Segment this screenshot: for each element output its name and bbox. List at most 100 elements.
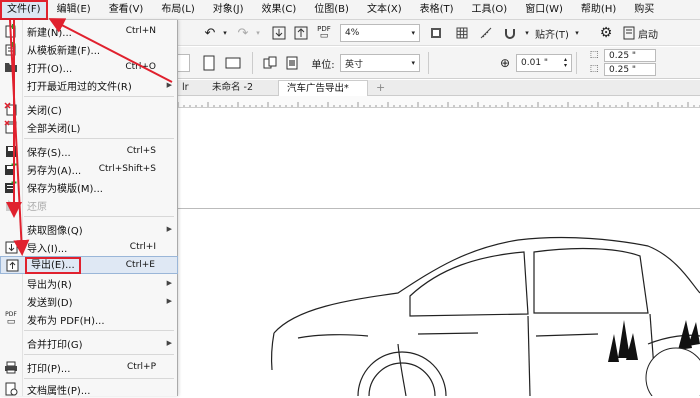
grid-icon[interactable]: [452, 24, 472, 42]
close-all-icon: [4, 120, 18, 134]
menu-item-new-from-template[interactable]: 从模板新建(F)...: [0, 40, 178, 58]
document-tabs: lr 未命名 -2 汽车广告导出* +: [178, 80, 700, 96]
duplicate-y-icon: ⬚: [589, 64, 599, 74]
save-template-icon: [4, 180, 18, 194]
gear-icon[interactable]: ⚙: [596, 24, 616, 42]
drawing-canvas[interactable]: [178, 108, 700, 396]
menu-buy[interactable]: 购买: [625, 0, 663, 20]
submenu-arrow-icon: ▶: [166, 225, 172, 233]
tab-untitled-2[interactable]: 未命名 -2: [204, 80, 261, 96]
chevron-down-icon: ▾: [411, 59, 415, 67]
menu-item-open-recent[interactable]: 打开最近用过的文件(R) ▶: [0, 76, 178, 94]
menu-help[interactable]: 帮助(H): [572, 0, 625, 20]
menu-item-document-properties[interactable]: 文档属性(P)...: [0, 380, 178, 398]
export-icon: [5, 258, 19, 272]
menu-separator: [24, 216, 174, 217]
nudge-distance-input[interactable]: 0.01 " ▴ ▾: [516, 54, 572, 72]
menu-table[interactable]: 表格(T): [411, 0, 463, 20]
current-page-icon[interactable]: [282, 54, 302, 72]
menu-item-export-for[interactable]: 导出为(R) ▶: [0, 274, 178, 292]
menu-separator: [24, 378, 174, 379]
menu-item-close-all[interactable]: 全部关闭(L): [0, 118, 178, 136]
publish-pdf-icon[interactable]: PDF ▭: [314, 24, 334, 42]
menu-bar: 文件(F) 编辑(E) 查看(V) 布局(L) 对象(J) 效果(C) 位图(B…: [0, 0, 700, 20]
doc-props-icon: [4, 382, 18, 396]
standard-toolbar: ↶ ▾ ↷ ▾ PDF ▭ 4% ▾ ▾ 贴齐(T) ▾ ⚙ 启动: [178, 20, 700, 46]
menu-separator: [24, 96, 174, 97]
menu-item-close[interactable]: 关闭(C): [0, 100, 178, 118]
menu-file[interactable]: 文件(F): [0, 0, 48, 20]
redo-icon[interactable]: ↷: [233, 24, 253, 42]
menu-item-send-to[interactable]: 发送到(D) ▶: [0, 292, 178, 310]
launch-icon[interactable]: [620, 24, 638, 42]
duplicate-y-input[interactable]: 0.25 ": [604, 63, 656, 76]
menu-item-print[interactable]: 打印(P)... Ctrl+P: [0, 358, 178, 376]
folder-icon: [4, 60, 18, 74]
zoom-level-select[interactable]: 4% ▾: [340, 24, 420, 42]
car-drawing[interactable]: [178, 108, 700, 396]
nudge-icon: ⊕: [499, 56, 511, 70]
import-icon: [4, 240, 18, 254]
landscape-icon[interactable]: [222, 54, 244, 72]
redo-dropdown-icon[interactable]: ▾: [253, 24, 263, 42]
new-doc-icon: [4, 24, 18, 38]
menu-text[interactable]: 文本(X): [358, 0, 411, 20]
magnet-icon[interactable]: [500, 24, 520, 42]
horizontal-ruler[interactable]: [178, 96, 700, 108]
menu-bitmaps[interactable]: 位图(B): [305, 0, 358, 20]
save-icon: [4, 144, 18, 158]
undo-icon[interactable]: ↶: [200, 24, 220, 42]
full-screen-icon[interactable]: [426, 24, 446, 42]
menu-item-save-as-template[interactable]: 保存为模版(M)...: [0, 178, 178, 196]
menu-item-merge-print[interactable]: 合并打印(G) ▶: [0, 334, 178, 352]
portrait-icon[interactable]: [200, 54, 218, 72]
menu-item-save[interactable]: 保存(S)... Ctrl+S: [0, 142, 178, 160]
snap-to-dropdown-icon[interactable]: ▾: [572, 24, 582, 42]
menu-edit[interactable]: 编辑(E): [48, 0, 100, 20]
submenu-arrow-icon: ▶: [166, 279, 172, 287]
import-icon[interactable]: [270, 24, 288, 42]
menu-object[interactable]: 对象(J): [204, 0, 253, 20]
template-icon: [4, 42, 18, 56]
page-size-field[interactable]: [178, 54, 190, 72]
unit-label: 单位:: [311, 59, 335, 71]
divider: [428, 52, 429, 74]
menu-item-acquire-image[interactable]: 获取图像(Q) ▶: [0, 220, 178, 238]
pdf-icon: PDF ▭: [5, 311, 17, 327]
all-pages-icon[interactable]: [260, 54, 280, 72]
export-icon[interactable]: [292, 24, 310, 42]
duplicate-x-input[interactable]: 0.25 ": [604, 49, 656, 62]
menu-separator: [24, 354, 174, 355]
divider: [252, 52, 253, 74]
ruler-icon[interactable]: [476, 24, 496, 42]
menu-separator: [24, 330, 174, 331]
unit-select[interactable]: 英寸 ▾: [340, 54, 420, 72]
menu-tools[interactable]: 工具(O): [463, 0, 517, 20]
menu-layout[interactable]: 布局(L): [152, 0, 203, 20]
menu-effects[interactable]: 效果(C): [252, 0, 305, 20]
submenu-arrow-icon: ▶: [166, 297, 172, 305]
duplicate-x-icon: ⬚: [589, 50, 599, 60]
revert-icon: [4, 198, 18, 212]
menu-view[interactable]: 查看(V): [100, 0, 153, 20]
add-tab-button[interactable]: +: [368, 80, 393, 96]
tab-car-ad-export[interactable]: 汽车广告导出*: [278, 80, 368, 96]
launch-button[interactable]: 启动: [638, 24, 678, 42]
print-icon: [4, 360, 18, 374]
snap-dropdown-icon[interactable]: ▾: [522, 24, 532, 42]
menu-item-export[interactable]: 导出(E)... Ctrl+E: [0, 256, 178, 274]
menu-item-import[interactable]: 导入(I)... Ctrl+I: [0, 238, 178, 256]
menu-separator: [24, 138, 174, 139]
file-menu: 新建(N)... Ctrl+N 从模板新建(F)... 打开(O)... Ctr…: [0, 20, 178, 398]
ruler-ticks: [178, 102, 700, 107]
undo-dropdown-icon[interactable]: ▾: [220, 24, 230, 42]
menu-item-publish-pdf[interactable]: PDF ▭ 发布为 PDF(H)...: [0, 310, 178, 328]
menu-item-open[interactable]: 打开(O)... Ctrl+O: [0, 58, 178, 76]
menu-item-revert: 还原: [0, 196, 178, 214]
menu-item-save-as[interactable]: 另存为(A)... Ctrl+Shift+S: [0, 160, 178, 178]
menu-item-new[interactable]: 新建(N)... Ctrl+N: [0, 22, 178, 40]
spinner-icon[interactable]: ▴ ▾: [564, 57, 567, 69]
submenu-arrow-icon: ▶: [166, 339, 172, 347]
menu-window[interactable]: 窗口(W): [516, 0, 572, 20]
snap-to-button[interactable]: 贴齐(T): [532, 24, 572, 42]
